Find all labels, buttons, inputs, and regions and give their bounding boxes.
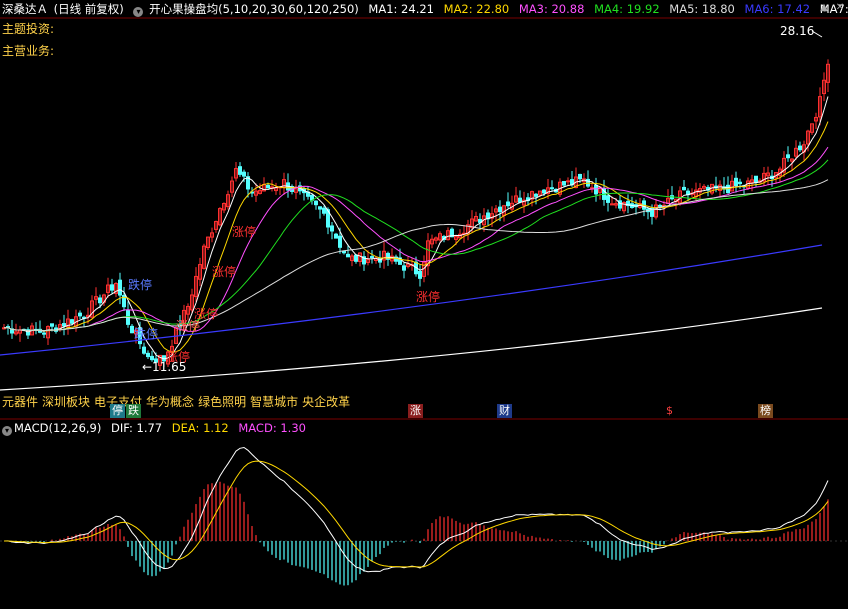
macd-title[interactable]: MACD(12,26,9) (14, 421, 101, 435)
indicator-dropdown-icon[interactable]: ▾ (133, 7, 144, 17)
price-chart[interactable]: 28.16←11.65涨停涨停涨停涨停涨停涨停跌停跌停 (0, 0, 848, 609)
candle-body (518, 197, 522, 203)
concept-tag[interactable]: 元器件 (2, 395, 38, 409)
candle-body (98, 297, 102, 304)
concept-tag[interactable]: 绿色照明 (198, 395, 246, 409)
candle-body (550, 187, 554, 190)
candle-body (498, 206, 502, 213)
event-mark-suspend[interactable]: 停 (110, 404, 125, 418)
concept-tag[interactable]: 智慧城市 (250, 395, 298, 409)
candle-body (370, 256, 374, 259)
candle-body (342, 250, 346, 254)
candle-body (330, 225, 334, 232)
candle-body (142, 346, 146, 354)
candle-body (578, 173, 582, 180)
close-icon[interactable]: ✕ (834, 2, 846, 14)
ma250-line (0, 307, 823, 391)
limit-down-label: 跌停 (128, 277, 152, 292)
candle-body (542, 189, 546, 194)
candle-body (354, 254, 358, 262)
event-mark-finance[interactable]: 财 (497, 404, 512, 418)
ma2-value: MA2: 22.80 (443, 2, 510, 16)
candle-body (798, 145, 802, 151)
stock-name[interactable]: 深桑达Ａ (2, 2, 48, 16)
candle-body (658, 204, 662, 207)
event-mark-money[interactable]: $ (664, 404, 675, 418)
macd-dif: DIF: 1.77 (111, 421, 163, 435)
ma3-value: MA3: 20.88 (518, 2, 585, 16)
candle-body (606, 195, 610, 203)
candle-body (506, 201, 510, 207)
limit-up-label: 涨停 (166, 349, 190, 364)
candle-body (318, 206, 322, 210)
macd-dea-line (4, 460, 829, 568)
high-price-label: 28.16 (780, 24, 814, 38)
period-label[interactable]: (日线 前复权) (54, 2, 124, 16)
candle-body (346, 253, 350, 258)
concept-tag[interactable]: 华为概念 (146, 395, 194, 409)
ma4-value: MA4: 19.92 (594, 2, 660, 16)
candle-body (534, 193, 538, 197)
candle-body (334, 233, 338, 239)
candle-body (118, 279, 122, 296)
limit-down-label: 跌停 (134, 326, 158, 341)
candle-body (594, 184, 598, 195)
candle-body (786, 154, 790, 159)
candle-body (562, 180, 566, 186)
macd-dea: DEA: 1.12 (171, 421, 229, 435)
candle-body (78, 312, 82, 317)
candle-body (110, 284, 114, 291)
candle-body (754, 175, 758, 183)
concept-tag[interactable]: 深圳板块 (42, 395, 90, 409)
macd-dif-line (3, 446, 829, 573)
candle-body (338, 235, 342, 248)
event-mark-ranking[interactable]: 榜 (758, 404, 773, 418)
macd-value: MACD: 1.30 (238, 421, 306, 435)
indicator-name[interactable]: 开心果操盘均(5,10,20,30,60,120,250) (149, 2, 359, 16)
business-label: 主营业务: (2, 44, 55, 58)
candle-body (266, 184, 270, 189)
candle-body (146, 352, 150, 358)
candle-body (682, 186, 686, 191)
concept-tag[interactable]: 央企改革 (302, 395, 350, 409)
candle-body (418, 270, 422, 279)
ma1-value: MA1: 24.21 (368, 2, 434, 16)
candle-body (238, 166, 242, 175)
candle-body (738, 181, 742, 185)
chevron-up-icon[interactable]: ▲ (818, 2, 830, 14)
candle-body (566, 180, 570, 183)
theme-label: 主题投资: (2, 22, 55, 36)
macd-dropdown-icon[interactable]: ▾ (2, 426, 12, 436)
event-mark-fall[interactable]: 跌 (126, 404, 141, 418)
candle-body (242, 171, 246, 177)
limit-up-label: 涨停 (416, 289, 440, 304)
limit-up-label: 涨停 (176, 318, 200, 333)
candle-body (314, 200, 318, 206)
event-mark-rise[interactable]: 涨 (408, 404, 423, 418)
candle-body (322, 207, 326, 214)
limit-up-label: 涨停 (232, 224, 256, 239)
limit-up-label: 涨停 (212, 264, 236, 279)
candle-body (70, 319, 74, 324)
candle-body (62, 323, 66, 327)
concept-tags: 元器件 深圳板块 电子支付 华为概念 绿色照明 智慧城市 央企改革 (2, 393, 354, 410)
ma6-value: MA6: 17.42 (744, 2, 811, 16)
chart-header: 深桑达Ａ (日线 前复权) ▾ 开心果操盘均(5,10,20,30,60,120… (2, 1, 848, 17)
ma5-value: MA5: 18.80 (669, 2, 735, 16)
candle-body (734, 177, 738, 187)
candle-body (42, 332, 46, 335)
macd-header: ▾ MACD(12,26,9) DIF: 1.77 DEA: 1.12 MACD:… (2, 421, 312, 436)
candle-body (402, 265, 406, 271)
candle-body (50, 323, 54, 327)
